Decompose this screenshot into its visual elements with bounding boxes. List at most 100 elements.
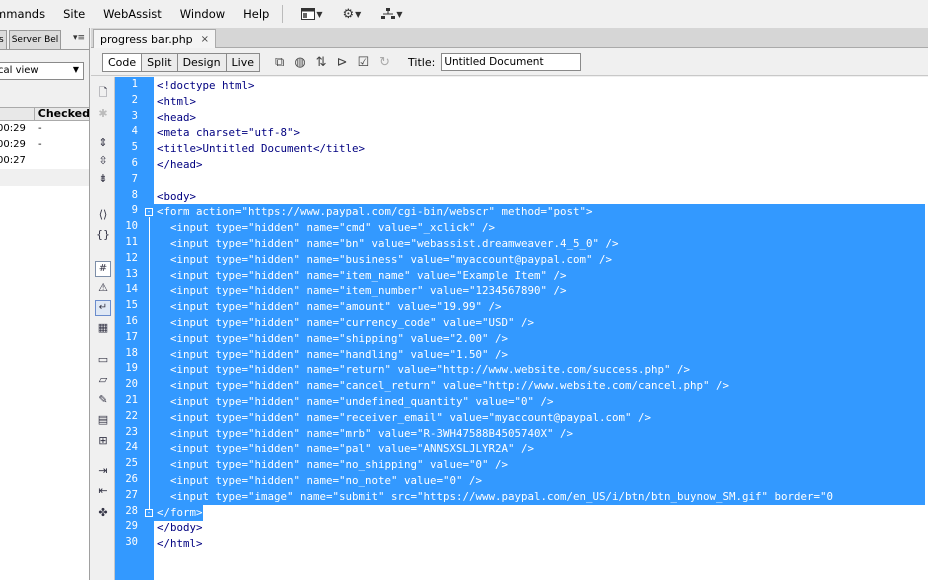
code-line[interactable]: <html> (157, 94, 196, 110)
menu-site[interactable]: Site (54, 7, 94, 21)
code-line[interactable]: <input type="hidden" name="item_name" va… (154, 267, 925, 284)
apply-comment-icon[interactable]: ▭ (95, 352, 111, 368)
code-line[interactable]: <input type="hidden" name="no_note" valu… (154, 473, 925, 489)
expand-all-icon[interactable]: ⇟ (95, 171, 111, 187)
code-line[interactable]: </body> (157, 520, 203, 536)
code-line[interactable]: <input type="hidden" name="amount" value… (154, 299, 925, 316)
line-number: 7 (131, 172, 138, 185)
code-line[interactable]: </head> (157, 157, 203, 173)
multiscreen-icon[interactable]: ⧉ (275, 55, 284, 70)
word-wrap-icon[interactable]: ↵ (95, 300, 111, 316)
code-line[interactable]: </html> (157, 536, 203, 552)
menu-webassist[interactable]: WebAssist (94, 7, 171, 21)
code-line[interactable]: <input type="hidden" name="return" value… (154, 362, 925, 379)
wrap-tag-icon[interactable]: ✎ (95, 392, 111, 408)
view-buttons: Code Split Design Live (102, 52, 261, 72)
inspect-icon[interactable]: ⊳ (337, 55, 348, 70)
line-number: 15 (125, 299, 138, 312)
design-view-button[interactable]: Design (176, 52, 227, 72)
row-checked: - (38, 123, 42, 134)
panel-tab-files[interactable]: s (0, 30, 7, 49)
select-parent-tag-icon[interactable]: ⟨⟩ (95, 207, 111, 223)
syntax-error-alerts-icon[interactable]: ▦ (95, 320, 111, 336)
document-tab-strip: progress bar.php × (91, 28, 928, 48)
code-line[interactable]: <body> (157, 189, 196, 205)
chevron-down-icon: ▼ (72, 65, 79, 74)
code-line[interactable]: <!doctype html> (157, 78, 255, 94)
code-line[interactable]: <meta charset="utf-8"> (157, 125, 300, 141)
line-number: 9 (131, 204, 138, 217)
code-editor[interactable]: <!doctype html> <html> <head> <meta charset… (154, 77, 928, 580)
code-line[interactable]: <input type="hidden" name="handling" val… (154, 346, 925, 363)
panel-tab-server-behaviors[interactable]: Server Bel (8, 30, 62, 49)
preview-browser-icon[interactable]: ◍ (294, 55, 305, 70)
layout-icon[interactable]: ▼ (301, 8, 323, 20)
code-line[interactable]: <input type="hidden" name="cancel_return… (154, 378, 925, 395)
code-line[interactable]: <input type="hidden" name="currency_code… (154, 315, 925, 331)
code-line[interactable]: </form> (154, 504, 203, 521)
line-numbers-icon[interactable]: # (95, 261, 111, 277)
fold-guide-line (149, 217, 150, 509)
outdent-code-icon[interactable]: ⇤ (95, 483, 111, 499)
highlight-invalid-code-icon[interactable]: ⚠ (95, 280, 111, 296)
code-line[interactable]: <input type="hidden" name="pal" value="A… (154, 441, 925, 458)
code-line[interactable]: <title>Untitled Document</title> (157, 141, 365, 157)
menu-help[interactable]: Help (234, 7, 278, 21)
recent-snippets-icon[interactable]: ▤ (95, 412, 111, 428)
code-line[interactable]: <input type="hidden" name="cmd" value="_… (154, 220, 925, 237)
code-line[interactable]: <input type="hidden" name="business" val… (154, 251, 925, 268)
balance-braces-icon[interactable]: {} (95, 227, 111, 243)
site-view-select[interactable]: cal view ▼ (0, 62, 84, 80)
table-row[interactable]: 00:27 (0, 153, 89, 169)
menu-window[interactable]: Window (171, 7, 234, 21)
line-number: 13 (125, 267, 138, 280)
line-number: 28 (125, 504, 138, 517)
open-documents-icon[interactable]: 🗋 (95, 85, 111, 101)
file-management-icon[interactable]: ⇅ (316, 55, 327, 70)
table-row[interactable]: 00:29 - (0, 137, 89, 153)
code-line[interactable]: <input type="hidden" name="receiver_emai… (154, 409, 925, 426)
document-title-input[interactable] (441, 53, 582, 71)
collapse-full-tag-icon[interactable]: ⇕ (95, 135, 111, 151)
line-number: 1 (131, 78, 138, 90)
panel-options-icon[interactable]: ▾≡ (73, 33, 85, 43)
indent-code-icon[interactable]: ⇥ (95, 463, 111, 479)
visual-aids-icon[interactable]: ☑ (357, 55, 369, 70)
site-structure-icon[interactable]: ▼ (381, 8, 402, 20)
code-line[interactable]: <input type="hidden" name="shipping" val… (154, 330, 925, 347)
code-line[interactable]: <input type="hidden" name="bn" value="we… (154, 236, 925, 252)
collapse-selection-icon[interactable]: ⇳ (95, 153, 111, 169)
line-number-gutter[interactable]: 1 2 3 4 5 6 7 8 9 10 11 12 13 14 15 16 17 18 19 20 21 22 23 24 2… (115, 77, 154, 580)
code-line[interactable]: <input type="hidden" name="mrb" value="R… (154, 425, 925, 442)
document-tab[interactable]: progress bar.php × (93, 29, 217, 48)
code-view-button[interactable]: Code (102, 52, 143, 72)
gear-icon[interactable]: ⚙ ▼ (343, 7, 362, 22)
show-code-navigator-icon[interactable]: ✱ (95, 106, 111, 122)
code-line[interactable]: <input type="hidden" name="undefined_qua… (154, 394, 925, 410)
line-number: 24 (125, 441, 138, 454)
code-line[interactable]: <input type="image" name="submit" src="h… (154, 488, 925, 505)
fold-toggle-icon[interactable]: - (145, 508, 153, 517)
line-number: 26 (125, 473, 138, 485)
code-line[interactable]: <head> (157, 110, 196, 126)
line-number: 10 (125, 220, 138, 233)
live-view-button[interactable]: Live (225, 52, 261, 72)
line-number: 18 (125, 346, 138, 359)
close-icon[interactable]: × (201, 34, 209, 45)
split-view-button[interactable]: Split (141, 52, 178, 72)
table-row[interactable]: 00:29 - (0, 121, 89, 137)
line-number: 11 (125, 236, 138, 248)
remove-comment-icon[interactable]: ▱ (95, 372, 111, 388)
menu-commands[interactable]: ommands (0, 7, 54, 21)
menu-separator (282, 5, 284, 23)
code-line[interactable]: <input type="hidden" name="item_number" … (154, 283, 925, 300)
line-number: 21 (125, 394, 138, 406)
format-source-code-icon[interactable]: ✤ (95, 505, 111, 521)
code-line[interactable]: <input type="hidden" name="no_shipping" … (154, 457, 925, 474)
code-line[interactable]: <form action="https://www.paypal.com/cgi… (154, 204, 925, 221)
modified-column-header[interactable] (0, 108, 35, 120)
move-css-icon[interactable]: ⊞ (95, 433, 111, 449)
refresh-icon[interactable]: ↻ (379, 55, 390, 70)
fold-toggle-icon[interactable]: - (145, 208, 153, 217)
checked-column-header[interactable]: Checked (35, 108, 89, 120)
